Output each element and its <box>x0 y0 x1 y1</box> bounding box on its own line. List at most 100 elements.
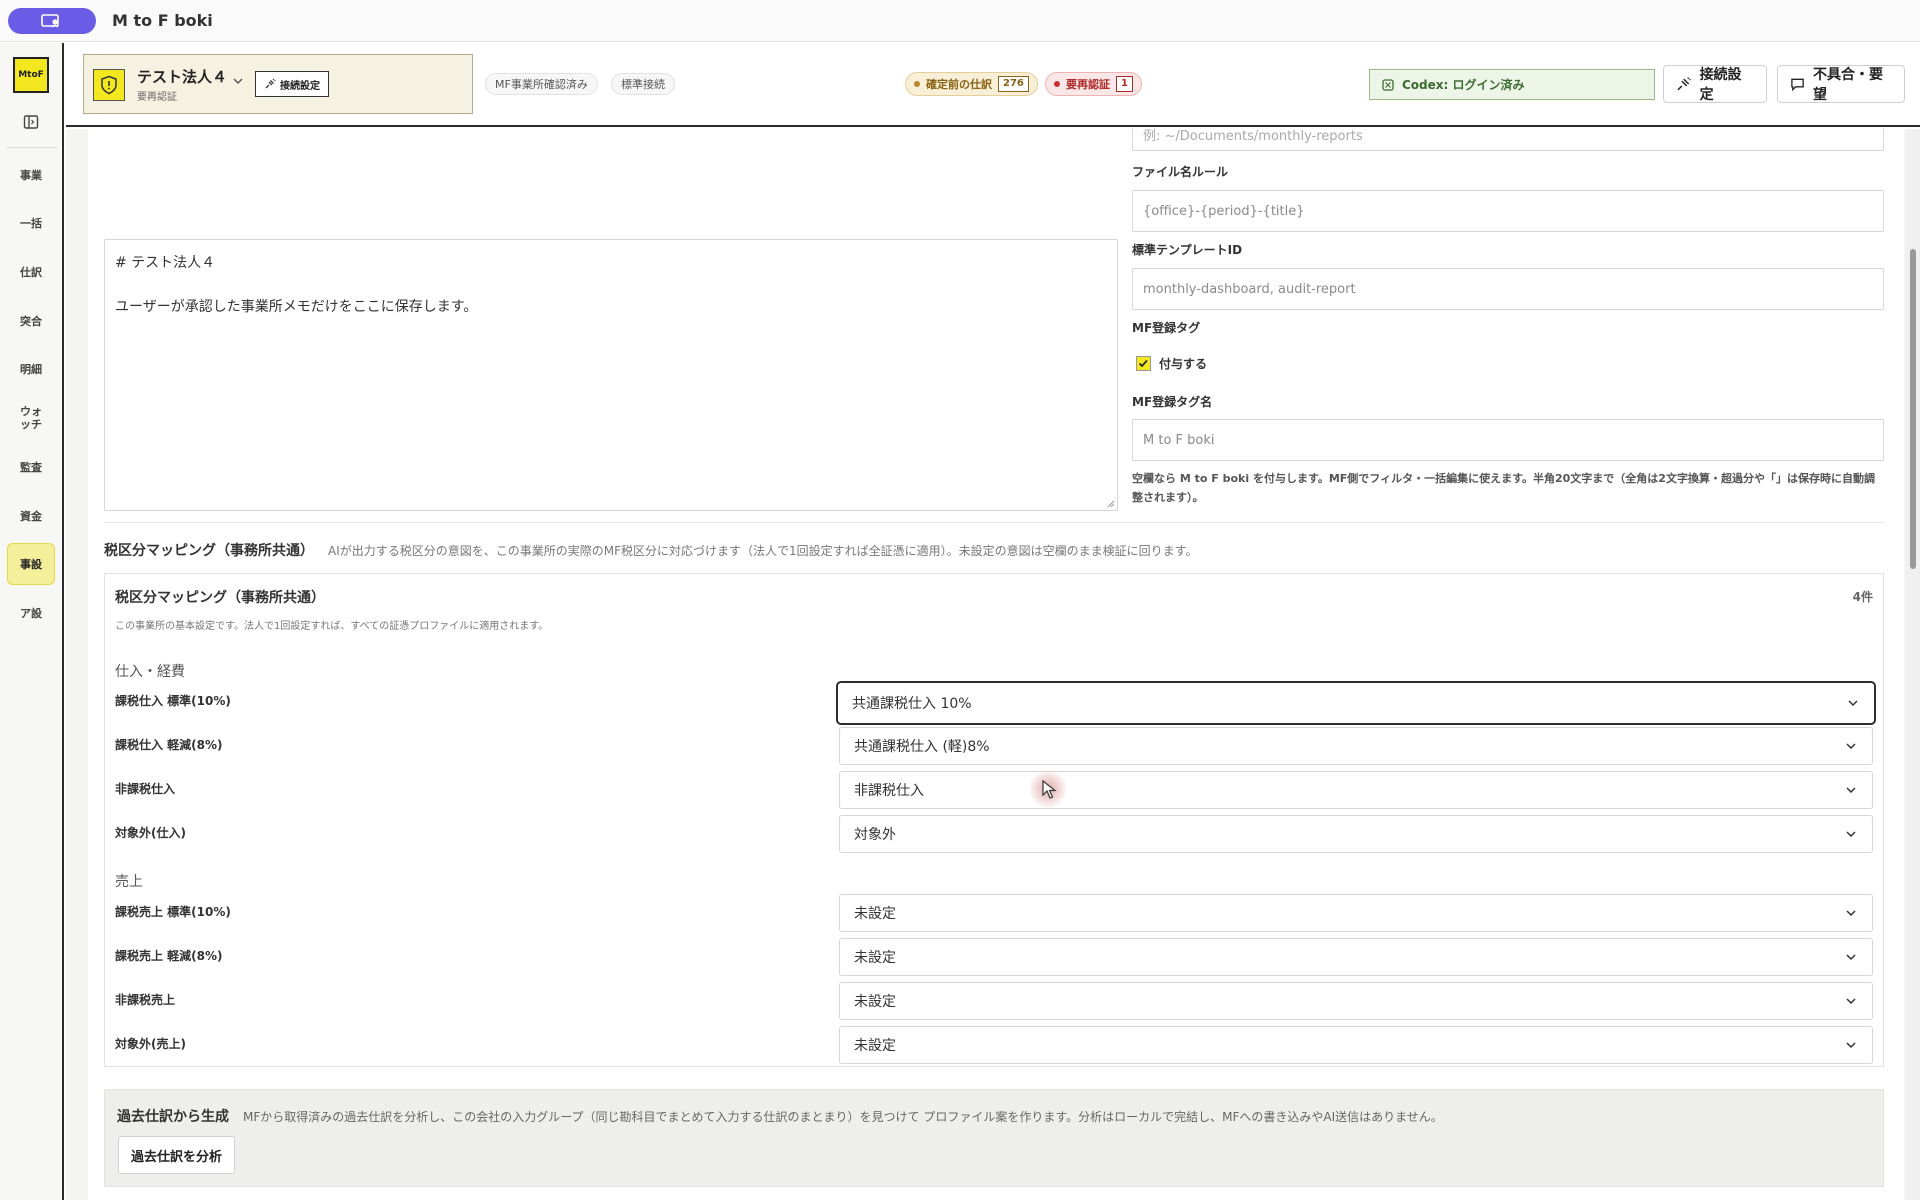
tax-mapping-section-title: 税区分マッピング（事務所共通） <box>104 543 314 559</box>
reauth-count: 1 <box>1116 76 1133 92</box>
analyze-past-journals-button[interactable]: 過去仕訳を分析 <box>118 1136 236 1174</box>
sidebar-item-office-settings[interactable]: 事設 <box>7 543 55 585</box>
mf-tag-checkbox[interactable] <box>1136 356 1151 371</box>
connection-settings-button[interactable]: 接続設定 <box>1663 65 1767 103</box>
tax-category-select[interactable]: 対象外 <box>839 815 1873 853</box>
mapping-row-label: 非課税売上 <box>115 993 176 1007</box>
bug-report-label: 不具合・要望 <box>1813 67 1884 103</box>
past-journal-header: 過去仕訳から生成 MFから取得済みの過去仕訳を分析し、この会社の入力グループ（同… <box>117 1106 1443 1126</box>
plug-icon <box>1677 77 1692 91</box>
mapping-row-label: 課税売上 軽減(8%) <box>115 949 223 963</box>
sidebar-item-reconcile[interactable]: 突合 <box>7 300 55 342</box>
chevron-down-icon <box>1846 910 1856 917</box>
resize-handle-icon[interactable] <box>1105 498 1115 508</box>
shield-icon <box>93 69 125 101</box>
tax-mapping-card-title: 税区分マッピング（事務所共通） <box>115 590 325 606</box>
mapping-row-label: 課税仕入 標準(10%) <box>115 694 231 708</box>
sidebar-item-funds[interactable]: 資金 <box>7 495 55 537</box>
tax-mapping-section-desc: AIが出力する税区分の意図を、この事業所の実際のMF税区分に対応づけます（法人で… <box>328 543 1198 558</box>
pending-journals-badge[interactable]: 確定前の仕訳 276 <box>905 72 1038 96</box>
office-name: テスト法人４ <box>137 68 228 86</box>
sidebar: MtoF 事業 一括 仕訳 突合 明細 ウォッチ 監査 資金 事設 ア設 <box>0 43 64 1200</box>
past-journal-title: 過去仕訳から生成 <box>117 1109 229 1125</box>
output-folder-input[interactable]: 例: ~/Documents/monthly-reports <box>1132 129 1884 151</box>
tax-mapping-card: 税区分マッピング（事務所共通） 4件 この事業所の基本設定です。法人で1回設定す… <box>104 573 1884 1067</box>
tax-category-select-value: 共通課税仕入 10% <box>852 696 972 712</box>
template-id-label: 標準テンプレートID <box>1132 243 1243 257</box>
tax-category-select[interactable]: 非課税仕入 <box>839 771 1873 809</box>
tax-category-select-value: 非課税仕入 <box>854 783 924 799</box>
plug-icon <box>265 78 276 89</box>
chevron-down-icon[interactable] <box>231 74 245 88</box>
office-settings-page: 例: ~/Documents/monthly-reports ファイル名ルール … <box>88 129 1904 1200</box>
template-id-input[interactable]: monthly-dashboard, audit-report <box>1132 268 1884 310</box>
pending-journals-count: 276 <box>998 76 1029 92</box>
tax-mapping-count: 4件 <box>1852 590 1873 604</box>
mf-tag-name-label: MF登録タグ名 <box>1132 395 1213 409</box>
sidebar-collapse-button[interactable] <box>21 112 41 132</box>
tax-category-select-value: 未設定 <box>854 1038 896 1054</box>
section-divider <box>104 522 1884 523</box>
sidebar-item-statements[interactable]: 明細 <box>7 348 55 390</box>
main-scrollbar[interactable] <box>1906 129 1920 1200</box>
purchase-group-title: 仕入・経費 <box>115 664 185 680</box>
chevron-down-icon <box>1846 1042 1856 1049</box>
sidebar-item-audit[interactable]: 監査 <box>7 446 55 488</box>
office-memo-heading: # テスト法人４ <box>115 255 216 271</box>
past-journal-desc: MFから取得済みの過去仕訳を分析し、この会社の入力グループ（同じ勘科目でまとめて… <box>243 1110 1443 1124</box>
tax-category-select-value: 共通課税仕入 (軽)8% <box>854 739 990 755</box>
codex-status-label: Codex: ログイン済み <box>1402 78 1525 92</box>
mf-office-verified-chip: MF事業所確認済み <box>485 73 598 95</box>
chevron-down-icon <box>1846 954 1856 961</box>
mapping-row-label: 課税仕入 軽減(8%) <box>115 738 223 752</box>
reauth-badge[interactable]: 要再認証 1 <box>1045 72 1142 96</box>
sidebar-item-app-settings[interactable]: ア設 <box>7 592 55 634</box>
mf-tag-name-input[interactable]: M to F boki <box>1132 419 1884 461</box>
office-connect-settings-button[interactable]: 接続設定 <box>255 71 329 97</box>
mapping-row-label: 非課税仕入 <box>115 782 176 796</box>
tax-category-select[interactable]: 未設定 <box>839 938 1873 976</box>
chevron-down-icon <box>1846 998 1856 1005</box>
tax-category-select[interactable]: 共通課税仕入 (軽)8% <box>839 727 1873 765</box>
tax-category-select[interactable]: 未設定 <box>839 894 1873 932</box>
sidebar-item-watch[interactable]: ウォッチ <box>7 397 55 439</box>
mf-tag-toggle[interactable]: 付与する <box>1136 355 1207 372</box>
sidebar-item-journal[interactable]: 仕訳 <box>7 251 55 293</box>
codex-status[interactable]: Codex: ログイン済み <box>1369 69 1655 100</box>
tax-category-select-value: 未設定 <box>854 906 896 922</box>
main-scrollbar-thumb[interactable] <box>1910 249 1916 569</box>
mf-tag-label: MF登録タグ <box>1132 321 1201 335</box>
tax-category-select-value: 対象外 <box>854 827 896 843</box>
connection-settings-label: 接続設定 <box>1699 67 1742 103</box>
office-memo-textarea[interactable]: # テスト法人４ ユーザーが承認した事業所メモだけをここに保存します。 <box>104 239 1118 511</box>
mouse-cursor-icon <box>1042 780 1057 799</box>
office-memo-body: ユーザーが承認した事業所メモだけをここに保存します。 <box>115 299 478 315</box>
mf-tag-checkbox-label: 付与する <box>1159 357 1208 371</box>
sidebar-item-business[interactable]: 事業 <box>7 154 55 196</box>
panel-toggle-icon <box>23 115 39 129</box>
tax-category-select[interactable]: 未設定 <box>839 1026 1873 1064</box>
filename-rule-input[interactable]: {office}-{period}-{title} <box>1132 190 1884 232</box>
mapping-row-label: 対象外(売上) <box>115 1037 186 1051</box>
app-menu-button[interactable] <box>8 7 96 34</box>
office-selector[interactable]: テスト法人４ 要再認証 接続設定 <box>83 54 473 114</box>
filename-rule-label: ファイル名ルール <box>1132 165 1229 179</box>
main-area: 例: ~/Documents/monthly-reports ファイル名ルール … <box>66 129 1920 1200</box>
tax-mapping-section-header: 税区分マッピング（事務所共通） AIが出力する税区分の意図を、この事業所の実際の… <box>104 540 1197 560</box>
bug-report-button[interactable]: 不具合・要望 <box>1777 65 1905 103</box>
past-journal-card: 過去仕訳から生成 MFから取得済みの過去仕訳を分析し、この会社の入力グループ（同… <box>104 1089 1884 1187</box>
mapping-row-label: 対象外(仕入) <box>115 826 186 840</box>
sidebar-item-batch[interactable]: 一括 <box>7 202 55 244</box>
mapping-row-label: 課税売上 標準(10%) <box>115 905 231 919</box>
office-connect-settings-label: 接続設定 <box>280 80 320 92</box>
top-header: テスト法人４ 要再認証 接続設定 MF事業所確認済み 標準接続 確定前の仕訳 2… <box>66 43 1920 127</box>
office-auth-status: 要再認証 <box>137 92 177 103</box>
tax-category-select-value: 未設定 <box>854 994 896 1010</box>
tax-category-select[interactable]: 未設定 <box>839 982 1873 1020</box>
reauth-dot-icon <box>1054 81 1060 87</box>
chevron-down-icon <box>1846 743 1856 750</box>
app-logo[interactable]: MtoF <box>13 57 49 93</box>
sidebar-divider <box>6 147 58 148</box>
tax-category-select[interactable]: 共通課税仕入 10% <box>836 681 1876 725</box>
chevron-down-icon <box>1846 787 1856 794</box>
